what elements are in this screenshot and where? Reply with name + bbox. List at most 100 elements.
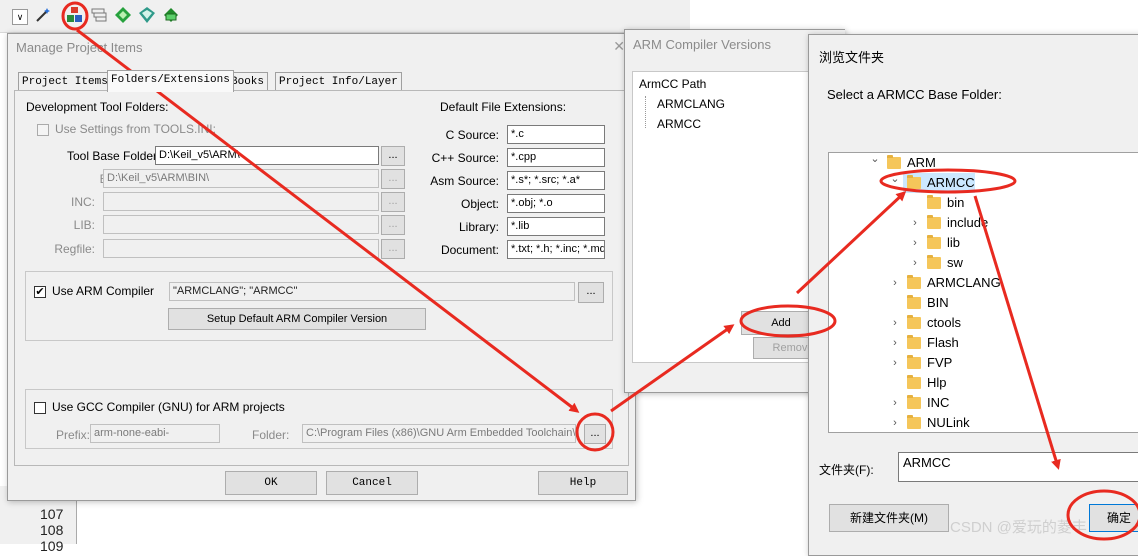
dialog-title: 浏览文件夹 [819, 50, 885, 65]
dialog-title: Manage Project Items [16, 40, 143, 55]
use-gcc-label: Use GCC Compiler (GNU) for ARM projects [52, 400, 285, 414]
tree-item-label: Hlp [927, 375, 947, 390]
folder-input[interactable]: ARMCC [898, 452, 1138, 482]
tool-base-label: Tool Base Folder: [67, 149, 161, 163]
cancel-button[interactable]: Cancel [326, 471, 418, 495]
default-ext-label: Default File Extensions: [440, 100, 567, 114]
tree-item[interactable]: › ARMCLANG [889, 273, 1009, 293]
document-input[interactable]: *.txt; *.h; *.inc; *.md [507, 240, 605, 259]
new-folder-button[interactable]: 新建文件夹(M) [829, 504, 949, 532]
bin-browse-button[interactable]: ... [381, 169, 405, 189]
list-item[interactable]: ARMCLANG [657, 97, 725, 111]
c-source-input[interactable]: *.c [507, 125, 605, 144]
chevron-right-icon[interactable]: › [889, 273, 901, 293]
asm-source-input[interactable]: *.s*; *.src; *.a* [507, 171, 605, 190]
tree-item-label: ARM [907, 155, 936, 170]
tool-base-browse-button[interactable]: ... [381, 146, 405, 166]
arm-compiler-browse-button[interactable]: ... [578, 282, 604, 303]
folder-icon [907, 295, 921, 309]
diamond-chip-icon[interactable] [138, 6, 156, 24]
chevron-down-icon[interactable]: ⌄ [889, 169, 901, 189]
use-arm-checkbox[interactable]: ✔ [34, 286, 46, 298]
help-button[interactable]: Help [538, 471, 628, 495]
tab-folders-extensions[interactable]: Folders/Extensions [107, 70, 234, 92]
lib-input[interactable] [103, 215, 379, 234]
gcc-folder-browse-button[interactable]: ... [584, 424, 606, 444]
tree-item-label: NULink [927, 415, 970, 430]
watermark: CSDN @爱玩的菱丰 [950, 519, 1087, 536]
browse-prompt: Select a ARMCC Base Folder: [827, 87, 1002, 102]
tree-item[interactable]: ⌄ ARM [869, 153, 989, 173]
stack-icon[interactable] [90, 6, 108, 24]
tree-item[interactable]: › lib [909, 233, 1029, 253]
tab-project-items[interactable]: Project Items [18, 72, 112, 91]
c-source-label: C Source: [445, 128, 499, 142]
tree-item-label: ARMCC [927, 175, 975, 190]
cpp-source-input[interactable]: *.cpp [507, 148, 605, 167]
chevron-right-icon[interactable]: › [889, 393, 901, 413]
manage-project-items-icon[interactable] [66, 6, 84, 24]
folder-tree[interactable]: ⌄ ARM ⌄ ARMCC bin › include › lib › sw › ARMCLANG BIN… [828, 152, 1138, 433]
tree-item[interactable]: Hlp [889, 373, 1009, 393]
arm-compiler-field[interactable]: "ARMCLANG"; "ARMCC" [169, 282, 575, 301]
magic-wand-icon[interactable] [34, 6, 52, 24]
chevron-right-icon[interactable]: › [889, 313, 901, 333]
folder-icon [907, 395, 921, 409]
inc-label: INC: [71, 195, 95, 209]
folder-label: Folder: [252, 428, 290, 442]
object-input[interactable]: *.obj; *.o [507, 194, 605, 213]
chevron-right-icon[interactable]: › [909, 253, 921, 273]
tree-item[interactable]: › FVP [889, 353, 1009, 373]
regfile-browse-button[interactable]: ... [381, 239, 405, 259]
bin-input[interactable]: D:\Keil_v5\ARM\BIN\ [103, 169, 379, 188]
tab-project-info-layer[interactable]: Project Info/Layer [275, 72, 402, 91]
tree-item-label: FVP [927, 355, 953, 370]
folder-icon [907, 415, 921, 429]
chevron-right-icon[interactable]: › [909, 213, 921, 233]
library-input[interactable]: *.lib [507, 217, 605, 236]
tree-item[interactable]: › ctools [889, 313, 1009, 333]
prefix-input[interactable]: arm-none-eabi- [90, 424, 220, 443]
dropdown-icon[interactable]: ∨ [12, 9, 28, 25]
chevron-right-icon[interactable]: › [909, 233, 921, 253]
chevron-right-icon[interactable]: › [889, 353, 901, 373]
tree-item[interactable]: ⌄ ARMCC [890, 173, 975, 193]
chevron-right-icon[interactable]: › [889, 413, 901, 432]
inc-browse-button[interactable]: ... [381, 192, 405, 212]
inc-input[interactable] [103, 192, 379, 211]
lib-browse-button[interactable]: ... [381, 215, 405, 235]
ok-button[interactable]: OK [225, 471, 317, 495]
use-settings-label: Use Settings from TOOLS.INI: [55, 122, 216, 136]
tree-item[interactable]: › Flash [889, 333, 1009, 353]
gcc-compiler-group: Use GCC Compiler (GNU) for ARM projects … [25, 389, 613, 449]
tree-item-label: lib [947, 235, 961, 250]
folder-icon [907, 315, 921, 329]
use-gcc-checkbox[interactable] [34, 402, 46, 414]
tree-item[interactable]: › INC [889, 393, 1009, 413]
use-settings-checkbox[interactable] [37, 124, 49, 136]
dialog-title: ARM Compiler Versions [633, 37, 771, 52]
folder-icon [907, 355, 921, 369]
tree-item[interactable]: › sw [909, 253, 1029, 273]
folder-icon [927, 195, 941, 209]
folder-icon [907, 275, 921, 289]
chevron-right-icon[interactable]: › [889, 333, 901, 353]
green-diamond-icon[interactable] [114, 6, 132, 24]
cpp-source-label: C++ Source: [431, 151, 499, 165]
tree-item[interactable]: bin [909, 193, 1029, 213]
arm-compiler-group: ✔ Use ARM Compiler "ARMCLANG"; "ARMCC" .… [25, 271, 613, 341]
tree-item[interactable]: BIN [889, 293, 1009, 313]
chevron-down-icon[interactable]: ⌄ [869, 153, 881, 169]
tree-item[interactable]: › NULink [889, 413, 1009, 432]
list-item[interactable]: ARMCC [657, 117, 701, 131]
confirm-button[interactable]: 确定 [1089, 504, 1138, 532]
regfile-input[interactable] [103, 239, 379, 258]
setup-default-arm-button[interactable]: Setup Default ARM Compiler Version [168, 308, 426, 330]
folder-icon [907, 375, 921, 389]
dev-tool-folders-label: Development Tool Folders: [26, 100, 169, 114]
folder-icon [887, 155, 901, 169]
load-icon[interactable] [162, 6, 180, 24]
tool-base-input[interactable]: D:\Keil_v5\ARM\ [155, 146, 379, 165]
tree-item[interactable]: › include [909, 213, 1029, 233]
gcc-folder-input[interactable]: C:\Program Files (x86)\GNU Arm Embedded … [302, 424, 576, 443]
